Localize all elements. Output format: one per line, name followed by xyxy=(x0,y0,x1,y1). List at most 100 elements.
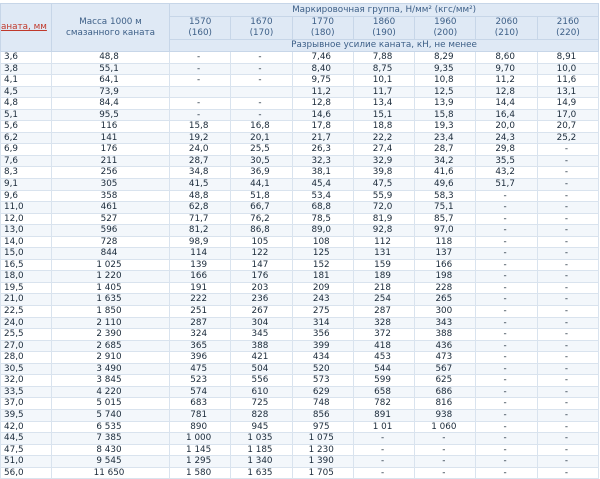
force-cell: 24,0 xyxy=(168,143,232,156)
force-cell: - xyxy=(414,432,477,445)
force-cell: 176 xyxy=(230,270,293,283)
force-cell: 725 xyxy=(230,397,293,410)
mass-cell: 3 490 xyxy=(51,362,170,376)
force-cell: 8,60 xyxy=(475,51,538,64)
grade-kgf-value: (200) xyxy=(433,28,458,38)
mass-cell: 95,5 xyxy=(51,108,170,122)
force-cell: 8,29 xyxy=(414,51,477,64)
table-row: 3,8 55,1- -8,40 8,75 9,35 9,70 10,0 xyxy=(0,62,600,76)
force-cell: 125 xyxy=(291,247,354,260)
marking-group-header: Маркировочная группа, Н/мм² (кгс/мм²) xyxy=(168,3,600,17)
force-cell: 166 xyxy=(168,270,232,283)
force-cell: 20,1 xyxy=(230,131,293,145)
mass-cell: 5 740 xyxy=(51,408,170,422)
force-cell: 198 xyxy=(414,270,477,283)
mass-cell: 1 850 xyxy=(51,305,170,318)
table-row: 32,0 3 845 523 556 573 599 625- - xyxy=(0,374,600,387)
mass-cell: 358 xyxy=(51,189,170,203)
force-cell: - xyxy=(230,62,293,76)
diameter-cell: 13,0 xyxy=(0,224,52,237)
diameter-cell: 24,0 xyxy=(0,316,52,330)
force-cell: 16,8 xyxy=(230,120,293,133)
grade-value: 1670 xyxy=(250,17,273,27)
force-cell xyxy=(168,85,232,99)
force-cell: 71,7 xyxy=(168,212,232,226)
force-cell: 1 075 xyxy=(291,432,354,445)
table-row: 12,0 527 71,7 76,2 78,5 81,9 85,7- - xyxy=(0,212,600,226)
table-row: 6,2 141 19,2 20,1 21,7 22,2 23,4 24,3 25,2 xyxy=(0,131,600,145)
force-cell: - xyxy=(475,293,538,307)
force-cell: 573 xyxy=(291,374,354,387)
table-row: 27,0 2 685 365 388 399 418 436- - xyxy=(0,339,600,353)
force-cell: - xyxy=(536,258,600,272)
grade-kgf-value: (220) xyxy=(556,28,580,38)
diameter-cell: 33,5 xyxy=(0,385,52,399)
force-cell: 20,7 xyxy=(536,120,600,133)
grade-header-2160: 2160 (220) xyxy=(536,16,600,40)
force-cell: 32,3 xyxy=(291,154,354,168)
force-cell: 27,4 xyxy=(352,143,416,156)
mass-cell: 728 xyxy=(51,235,170,249)
force-cell: 265 xyxy=(414,293,477,307)
force-cell: 365 xyxy=(168,339,232,353)
force-cell: - xyxy=(536,201,600,214)
table-row: 44,5 7 385 1 000 1 035 1 075- - - - xyxy=(0,432,600,445)
mass-cell: 6 535 xyxy=(51,420,170,434)
grade-kgf-value: (210) xyxy=(494,28,519,38)
force-cell: - xyxy=(536,351,600,364)
force-cell: 304 xyxy=(230,316,293,330)
table-row: 30,5 3 490 475 504 520 544 567- - xyxy=(0,362,600,376)
force-cell: 13,1 xyxy=(536,85,600,99)
force-cell: 267 xyxy=(230,305,293,318)
force-cell: 287 xyxy=(352,305,416,318)
force-cell: 209 xyxy=(291,281,354,295)
force-cell: - xyxy=(536,374,600,387)
table-row: 33,5 4 220 574 610 629 658 686- - xyxy=(0,385,600,399)
force-cell: 58,3 xyxy=(414,189,477,203)
grade-value: 1960 xyxy=(434,17,457,27)
force-cell: 388 xyxy=(230,339,293,353)
force-cell: 11,7 xyxy=(352,85,416,99)
force-cell: - xyxy=(414,443,477,457)
table-row: 42,0 6 535 890 945 975 1 01 1 060- - xyxy=(0,420,600,434)
force-cell: 243 xyxy=(291,293,354,307)
force-cell: - xyxy=(536,166,600,179)
force-cell: - xyxy=(475,189,538,203)
force-cell: - xyxy=(168,97,232,110)
force-cell: 629 xyxy=(291,385,354,399)
force-cell: 23,4 xyxy=(414,131,477,145)
force-cell: 81,2 xyxy=(168,224,232,237)
grade-value: 2060 xyxy=(495,17,518,27)
table-row: 4,1 64,1- -9,75 10,1 10,8 11,2 11,6 xyxy=(0,74,600,87)
table-row: 39,5 5 740 781 828 856 891 938- - xyxy=(0,408,600,422)
mass-cell: 461 xyxy=(51,201,170,214)
force-cell: 891 xyxy=(352,408,416,422)
force-cell: 17,8 xyxy=(291,120,354,133)
table-row: 14,0 728 98,9 105 108 112 118- - xyxy=(0,235,600,249)
table-row: 6,9 176 24,0 25,5 26,3 27,4 28,7 29,8- xyxy=(0,143,600,156)
force-cell: 45,4 xyxy=(291,178,354,191)
force-cell: - xyxy=(475,339,538,353)
force-cell: 421 xyxy=(230,351,293,364)
mass-cell: 2 110 xyxy=(51,316,170,330)
table-row: 22,5 1 850 251 267 275 287 300- - xyxy=(0,305,600,318)
mass-cell: 73,9 xyxy=(51,85,170,99)
mass-cell: 116 xyxy=(51,120,170,133)
force-cell: - xyxy=(352,432,416,445)
diameter-cell: 42,0 xyxy=(0,420,52,434)
force-cell: 396 xyxy=(168,351,232,364)
force-cell: 55,9 xyxy=(352,189,416,203)
force-cell: 43,2 xyxy=(475,166,538,179)
table-row: 11,0 461 62,8 66,7 68,8 72,0 75,1- - xyxy=(0,201,600,214)
table-row: 4,5 73,9 11,2 11,7 12,5 12,8 13,1 xyxy=(0,85,600,99)
force-cell: 782 xyxy=(352,397,416,410)
table-row: 18,0 1 220 166 176 181 189 198- - xyxy=(0,270,600,283)
force-cell: 49,6 xyxy=(414,178,477,191)
force-cell: 13,9 xyxy=(414,97,477,110)
force-cell: 26,3 xyxy=(291,143,354,156)
force-cell: - xyxy=(168,108,232,122)
diameter-cell: 39,5 xyxy=(0,408,52,422)
force-cell: 191 xyxy=(168,281,232,295)
force-cell: 10,0 xyxy=(536,62,600,76)
mass-cell: 1 025 xyxy=(51,258,170,272)
